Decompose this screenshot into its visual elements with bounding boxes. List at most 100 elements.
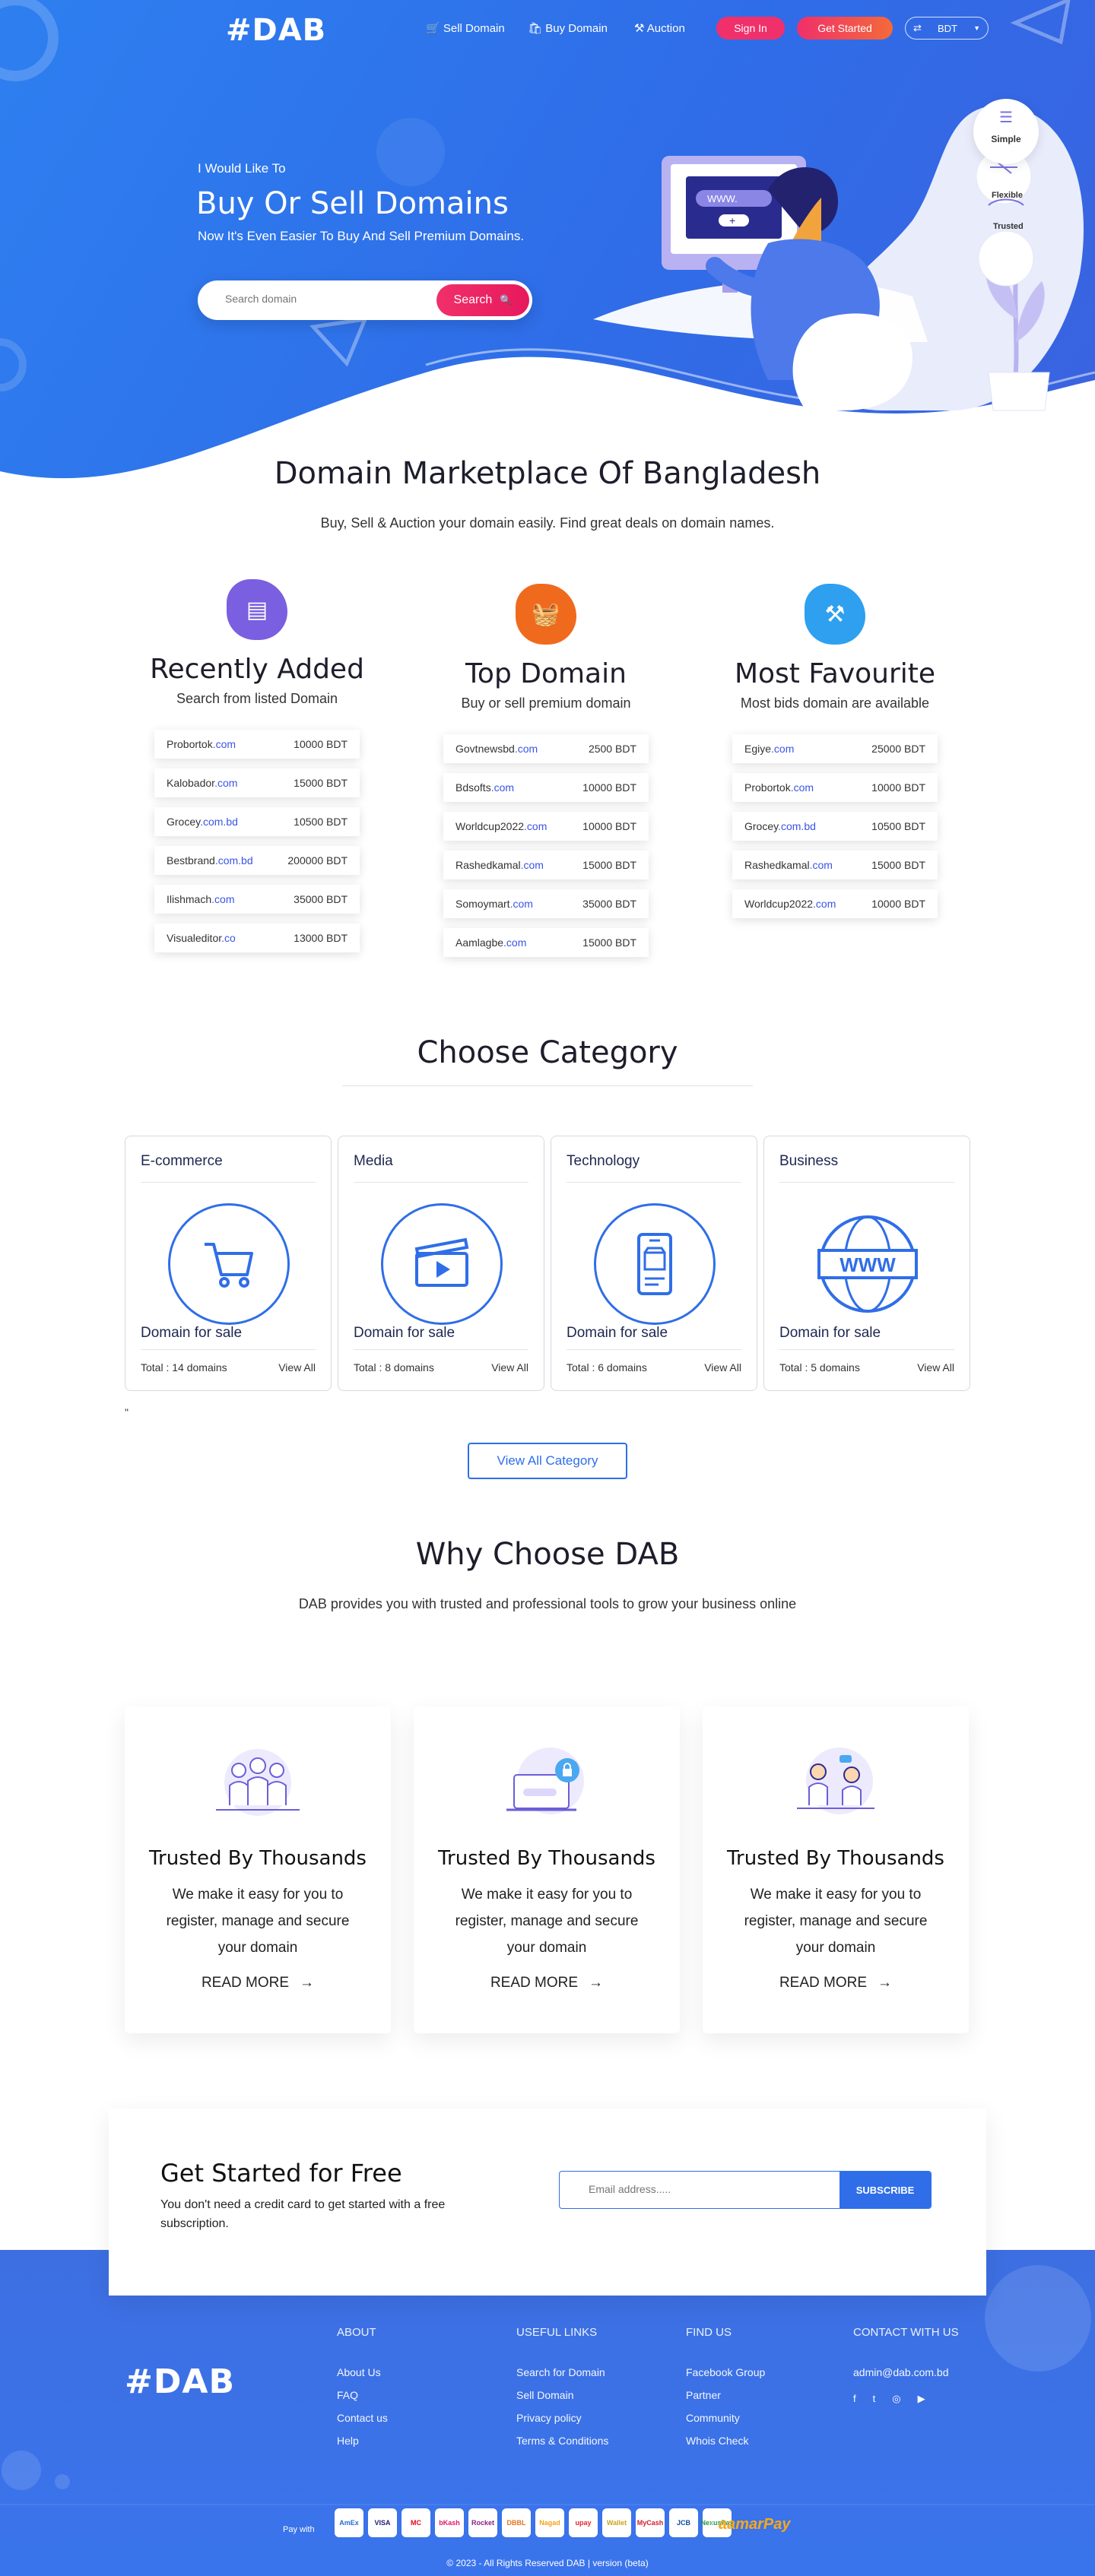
subscribe-button[interactable]: SUBSCRIBE <box>840 2172 931 2208</box>
domain-row[interactable]: Worldcup2022.com 10000 BDT <box>443 812 649 841</box>
card-divider <box>567 1349 741 1350</box>
pay-with-label: Pay with <box>283 2525 315 2534</box>
category-card[interactable]: Media Domain for sale Total : 8 domains Vie… <box>338 1136 544 1391</box>
social-links: f t ◎ ▶ <box>853 2393 925 2405</box>
domain-row[interactable]: Aamlagbe.com 15000 BDT <box>443 928 649 957</box>
footer-link-about[interactable]: About Us <box>337 2366 381 2378</box>
facebook-icon[interactable]: f <box>853 2393 856 2405</box>
domain-row[interactable]: Grocey.com.bd 10500 BDT <box>732 812 938 841</box>
footer-link-find[interactable]: Partner <box>686 2389 721 2401</box>
category-card[interactable]: Technology Domain for sale Total : 6 domai… <box>551 1136 757 1391</box>
why-card-text: We make it easy for you to register, man… <box>455 1887 639 1956</box>
hero-kicker: I Would Like To <box>198 161 286 176</box>
domain-row[interactable]: Rashedkamal.com 15000 BDT <box>732 851 938 879</box>
read-more-label: READ MORE <box>490 1975 579 1991</box>
footer-email[interactable]: admin@dab.com.bd <box>853 2366 949 2378</box>
nav-buy-domain[interactable]: 🛍 Buy Domain <box>528 21 608 35</box>
footer-link-find[interactable]: Community <box>686 2412 740 2424</box>
email-field[interactable] <box>589 2183 817 2195</box>
domain-label: Kalobador <box>167 777 215 789</box>
domain-tld: .com.bd <box>200 816 238 828</box>
footer-contact-heading: CONTACT WITH US <box>853 2326 959 2339</box>
domain-label: Probortok <box>167 738 213 750</box>
view-all-category-button[interactable]: View All Category <box>468 1443 627 1479</box>
domain-row[interactable]: Ilishmach.com 35000 BDT <box>154 885 360 914</box>
view-all-link[interactable]: View All <box>917 1361 954 1374</box>
view-all-link[interactable]: View All <box>491 1361 528 1374</box>
payment-method-icon: MyCash <box>636 2508 665 2537</box>
market-column: ⚒ Most Favourite Most bids domain are avai… <box>721 584 949 928</box>
domain-price: 200000 BDT <box>287 854 348 867</box>
gavel-icon: ⚒ <box>805 584 865 645</box>
bag-icon: 🛍 <box>528 22 546 35</box>
payment-method-label: JCB <box>676 2519 690 2527</box>
monitor-text: WWW. <box>707 193 738 204</box>
domain-label: Probortok <box>744 781 791 794</box>
view-all-link[interactable]: View All <box>704 1361 741 1374</box>
domain-tld: .com <box>790 781 814 794</box>
domain-tld: .com <box>509 898 533 910</box>
domain-row[interactable]: Kalobador.com 15000 BDT <box>154 768 360 797</box>
domain-price: 15000 BDT <box>871 859 925 871</box>
domain-row[interactable]: Somoymart.com 35000 BDT <box>443 889 649 918</box>
category-card[interactable]: E-commerce Domain for sale Total : 14 doma… <box>125 1136 332 1391</box>
domain-row[interactable]: Bdsofts.com 10000 BDT <box>443 773 649 802</box>
domain-row[interactable]: Probortok.com 10000 BDT <box>154 730 360 759</box>
card-divider <box>141 1182 316 1183</box>
view-all-link[interactable]: View All <box>278 1361 316 1374</box>
market-column: 🧺 Top Domain Buy or sell premium domain Gov… <box>432 584 660 967</box>
domain-row[interactable]: Grocey.com.bd 10500 BDT <box>154 807 360 836</box>
domain-row[interactable]: Govtnewsbd.com 2500 BDT <box>443 734 649 763</box>
payment-method-label: AmEx <box>339 2519 359 2527</box>
instagram-icon[interactable]: ◎ <box>892 2393 900 2405</box>
domain-label: Visualeditor <box>167 932 222 944</box>
twitter-icon[interactable]: t <box>873 2393 876 2405</box>
domain-tld: .com <box>214 777 238 789</box>
domain-price: 10000 BDT <box>871 781 925 794</box>
footer-link-find[interactable]: Facebook Group <box>686 2366 765 2378</box>
read-more-link[interactable]: READ MORE → <box>414 1975 680 1991</box>
currency-select[interactable]: ⇄ BDT ▼ <box>905 17 989 40</box>
payment-method-label: Wallet <box>606 2519 627 2527</box>
category-card[interactable]: Business WWW Domain for sale Total : 5 doma… <box>763 1136 970 1391</box>
category-divider <box>342 1085 753 1086</box>
get-started-button[interactable]: Get Started <box>797 17 893 40</box>
domain-name: Ilishmach.com <box>167 893 234 905</box>
domain-tld: .com <box>809 859 833 871</box>
nav-buy-label: Buy Domain <box>545 22 608 35</box>
sign-in-button[interactable]: Sign In <box>716 17 785 40</box>
domain-row[interactable]: Probortok.com 10000 BDT <box>732 773 938 802</box>
footer-link-about[interactable]: FAQ <box>337 2389 358 2401</box>
domain-row[interactable]: Bestbrand.com.bd 200000 BDT <box>154 846 360 875</box>
footer-link-useful[interactable]: Sell Domain <box>516 2389 573 2401</box>
footer-link-about[interactable]: Help <box>337 2435 359 2447</box>
footer-link-find[interactable]: Whois Check <box>686 2435 748 2447</box>
cta-box: Get Started for Free You don't need a cr… <box>109 2109 986 2296</box>
read-more-link[interactable]: READ MORE → <box>703 1975 969 1991</box>
footer-link-useful[interactable]: Privacy policy <box>516 2412 582 2424</box>
footer-logo[interactable]: #DAB <box>125 2362 235 2401</box>
domain-name: Aamlagbe.com <box>455 936 526 949</box>
nav-auction[interactable]: ⚒ Auction <box>634 21 685 35</box>
domain-price: 15000 BDT <box>582 936 636 949</box>
logo[interactable]: #DAB <box>226 13 326 48</box>
domain-label: Grocey <box>167 816 201 828</box>
domain-name: Probortok.com <box>744 781 814 794</box>
domain-list: Govtnewsbd.com 2500 BDT Bdsofts.com 10000 B… <box>443 734 649 957</box>
search-button[interactable]: Search 🔍 <box>436 284 529 316</box>
footer-link-useful[interactable]: Search for Domain <box>516 2366 605 2378</box>
footer-link-useful[interactable]: Terms & Conditions <box>516 2435 608 2447</box>
domain-row[interactable]: Visualeditor.co 13000 BDT <box>154 924 360 952</box>
footer-link-about[interactable]: Contact us <box>337 2412 388 2424</box>
domain-row[interactable]: Rashedkamal.com 15000 BDT <box>443 851 649 879</box>
domain-price: 10000 BDT <box>582 781 636 794</box>
why-card: Trusted By Thousands We make it easy for … <box>703 1706 969 2033</box>
domain-row[interactable]: Worldcup2022.com 10000 BDT <box>732 889 938 918</box>
youtube-icon[interactable]: ▶ <box>918 2393 925 2405</box>
secure-laptop-icon <box>497 1744 596 1828</box>
nav-sell-domain[interactable]: 🛒 Sell Domain <box>426 21 505 35</box>
read-more-link[interactable]: READ MORE → <box>125 1975 391 1991</box>
domain-row[interactable]: Egiye.com 25000 BDT <box>732 734 938 763</box>
badge-simple: ☰ Simple <box>973 99 1039 164</box>
search-input[interactable] <box>225 293 408 305</box>
